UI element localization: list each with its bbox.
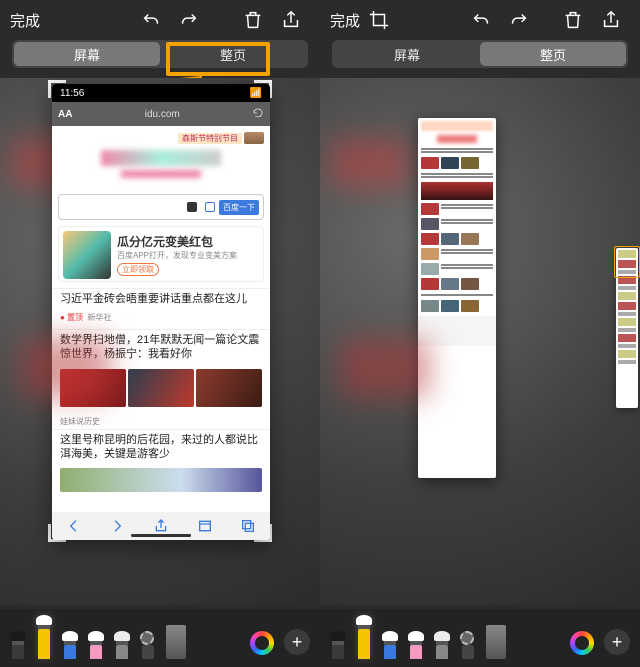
mic-icon bbox=[187, 202, 197, 212]
left-topbar: 完成 bbox=[0, 0, 320, 40]
add-shape-button[interactable]: + bbox=[604, 629, 630, 655]
news-tag: ● 置顶 bbox=[60, 313, 83, 322]
promo-subtitle: 百度APP打开，发现专业变美方案 bbox=[117, 250, 253, 261]
right-topbar: 完成 bbox=[320, 0, 640, 40]
news-title: 习近平金砖会晤重要讲话重点都在这儿 bbox=[60, 293, 262, 307]
search-button: 百度一下 bbox=[219, 200, 259, 215]
share-icon[interactable] bbox=[280, 9, 302, 31]
news-item: 这里号称昆明的后花园，来过的人都说比洱海美，关键是游客少 bbox=[52, 429, 270, 466]
seg-full-page[interactable]: 整页 bbox=[480, 42, 626, 66]
status-time: 11:56 bbox=[60, 88, 84, 99]
tabs-icon bbox=[240, 518, 256, 534]
search-bar: 百度一下 bbox=[58, 194, 264, 220]
promo-card: 瓜分亿元变美红包 百度APP打开，发现专业变美方案 立即领取 bbox=[58, 226, 264, 282]
seg-screen[interactable]: 屏幕 bbox=[14, 42, 160, 66]
eraser-tool[interactable] bbox=[434, 631, 450, 659]
segmented-control[interactable]: 屏幕 整页 bbox=[332, 40, 628, 68]
undo-icon[interactable] bbox=[470, 9, 492, 31]
promo-cta: 立即领取 bbox=[117, 263, 159, 276]
crop-icon[interactable] bbox=[368, 9, 390, 31]
forward-icon bbox=[109, 518, 125, 534]
blurred-logo bbox=[58, 150, 264, 190]
trash-icon[interactable] bbox=[562, 9, 584, 31]
share-icon bbox=[153, 518, 169, 534]
color-picker-icon[interactable] bbox=[570, 631, 594, 655]
screenshot-preview[interactable]: 11:56 📶 AA idu.com 森斯节特别节目 百度 bbox=[52, 84, 270, 540]
done-button[interactable]: 完成 bbox=[330, 10, 360, 31]
markup-toolbar: + bbox=[320, 609, 640, 667]
camera-icon bbox=[205, 202, 215, 212]
news-source: 娃妹说历史 bbox=[60, 417, 100, 426]
pen-tool[interactable] bbox=[330, 631, 346, 659]
redo-icon[interactable] bbox=[178, 9, 200, 31]
lasso-tool[interactable] bbox=[460, 631, 476, 659]
promo-image bbox=[63, 231, 111, 279]
pen-tool[interactable] bbox=[10, 631, 26, 659]
marker-tool-pink[interactable] bbox=[88, 631, 104, 659]
text-size-icon: AA bbox=[58, 109, 72, 120]
redo-icon[interactable] bbox=[508, 9, 530, 31]
seg-screen[interactable]: 屏幕 bbox=[334, 42, 480, 66]
eraser-tool[interactable] bbox=[114, 631, 130, 659]
news-item: 习近平金砖会晤重要讲话重点都在这儿 ● 置顶 新华社 bbox=[52, 288, 270, 329]
markup-toolbar: + bbox=[0, 609, 320, 667]
url-text: idu.com bbox=[72, 109, 252, 120]
marker-tool-yellow[interactable] bbox=[36, 615, 52, 659]
reload-icon bbox=[252, 107, 264, 122]
marker-tool-yellow[interactable] bbox=[356, 615, 372, 659]
segmented-control[interactable]: 屏幕 整页 bbox=[12, 40, 308, 68]
safari-urlbar: AA idu.com bbox=[52, 102, 270, 126]
banner-text: 森斯节特别节目 bbox=[178, 133, 242, 144]
status-signal-icon: 📶 bbox=[250, 88, 262, 99]
home-indicator bbox=[131, 534, 191, 537]
news-source: 新华社 bbox=[88, 313, 112, 322]
seg-full-page[interactable]: 整页 bbox=[160, 42, 306, 66]
bookmarks-icon bbox=[197, 518, 213, 534]
news-title: 数学界扫地僧，21年默默无闻一篇论文震惊世界，杨振宁：我看好你 bbox=[60, 334, 262, 362]
ruler-tool[interactable] bbox=[486, 625, 506, 659]
marker-tool-blue[interactable] bbox=[62, 631, 78, 659]
lasso-tool[interactable] bbox=[140, 631, 156, 659]
promo-title: 瓜分亿元变美红包 bbox=[117, 233, 253, 250]
done-button[interactable]: 完成 bbox=[10, 10, 40, 31]
undo-icon[interactable] bbox=[140, 9, 162, 31]
marker-tool-pink[interactable] bbox=[408, 631, 424, 659]
ruler-tool[interactable] bbox=[166, 625, 186, 659]
fullpage-preview[interactable] bbox=[418, 118, 496, 478]
safari-toolbar bbox=[52, 512, 270, 540]
add-shape-button[interactable]: + bbox=[284, 629, 310, 655]
canvas-area[interactable] bbox=[320, 78, 640, 605]
share-icon[interactable] bbox=[600, 9, 622, 31]
marker-tool-blue[interactable] bbox=[382, 631, 398, 659]
back-icon bbox=[66, 518, 82, 534]
news-image-row bbox=[60, 369, 262, 407]
phone-statusbar: 11:56 📶 bbox=[52, 84, 270, 102]
top-banner: 森斯节特别节目 bbox=[58, 130, 264, 146]
minimap-viewport-indicator[interactable] bbox=[614, 246, 640, 278]
panorama-image bbox=[60, 468, 262, 492]
news-title: 这里号称昆明的后花园，来过的人都说比洱海美，关键是游客少 bbox=[60, 434, 262, 462]
canvas-area[interactable]: 11:56 📶 AA idu.com 森斯节特别节目 百度 bbox=[0, 78, 320, 605]
color-picker-icon[interactable] bbox=[250, 631, 274, 655]
trash-icon[interactable] bbox=[242, 9, 264, 31]
news-item: 数学界扫地僧，21年默默无闻一篇论文震惊世界，杨振宁：我看好你 bbox=[52, 329, 270, 366]
